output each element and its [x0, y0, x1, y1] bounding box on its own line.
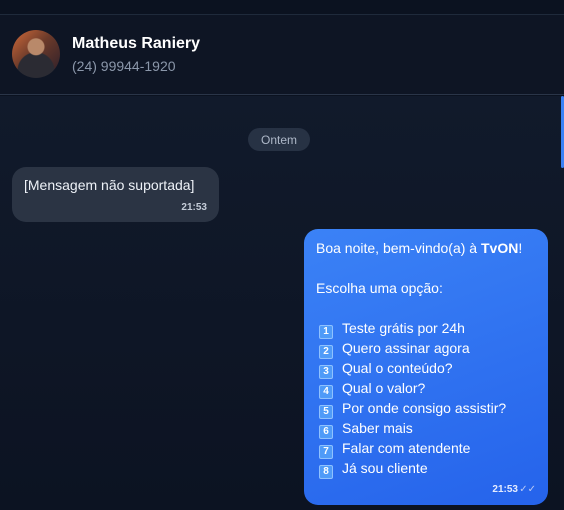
outgoing-message[interactable]: Boa noite, bem-vindo(a) à TvON! Escolha … [304, 229, 548, 505]
contact-name[interactable]: Matheus Raniery [72, 35, 200, 53]
keycap-number-icon: 6 [319, 425, 333, 439]
option-label: Falar com atendente [342, 440, 471, 456]
option-label: Qual o valor? [342, 380, 426, 396]
option-item: 2 Quero assinar agora [316, 338, 542, 359]
contact-phone: (24) 99944-1920 [72, 58, 176, 74]
option-label: Já sou cliente [342, 460, 428, 476]
greeting-suffix: ! [518, 240, 523, 256]
keycap-number-icon: 8 [319, 465, 333, 479]
date-chip: Ontem [248, 128, 310, 151]
option-item: 5 Por onde consigo assistir? [316, 398, 542, 419]
option-item: 7 Falar com atendente [316, 438, 542, 459]
option-label: Qual o conteúdo? [342, 360, 453, 376]
incoming-message[interactable]: [Mensagem não suportada] 21:53 [12, 167, 219, 222]
option-label: Teste grátis por 24h [342, 320, 465, 336]
greeting-line: Boa noite, bem-vindo(a) à TvON! [316, 238, 542, 258]
keycap-number-icon: 5 [319, 405, 333, 419]
keycap-number-icon: 1 [319, 325, 333, 339]
greeting-prefix: Boa noite, bem-vindo(a) à [316, 240, 481, 256]
brand-name: TvON [480, 240, 519, 256]
option-item: 1 Teste grátis por 24h [316, 318, 542, 339]
option-label: Quero assinar agora [342, 340, 470, 356]
message-time: 21:53 [492, 484, 518, 495]
option-item: 3 Qual o conteúdo? [316, 358, 542, 379]
double-check-icon: ✓✓ [519, 484, 536, 495]
keycap-number-icon: 7 [319, 445, 333, 459]
message-text: [Mensagem não suportada] [24, 177, 195, 193]
message-body: Boa noite, bem-vindo(a) à TvON! Escolha … [316, 238, 542, 479]
option-label: Saber mais [342, 420, 413, 436]
avatar[interactable] [12, 30, 60, 78]
chat-header: Matheus Raniery (24) 99944-1920 [0, 15, 564, 95]
keycap-number-icon: 4 [319, 385, 333, 399]
option-label: Por onde consigo assistir? [342, 400, 507, 416]
option-item: 6 Saber mais [316, 418, 542, 439]
option-item: 4 Qual o valor? [316, 378, 542, 399]
keycap-number-icon: 3 [319, 365, 333, 379]
prompt-line: Escolha uma opção: [316, 280, 443, 296]
message-time: 21:53 [181, 202, 207, 213]
option-item: 8 Já sou cliente [316, 458, 542, 479]
keycap-number-icon: 2 [319, 345, 333, 359]
